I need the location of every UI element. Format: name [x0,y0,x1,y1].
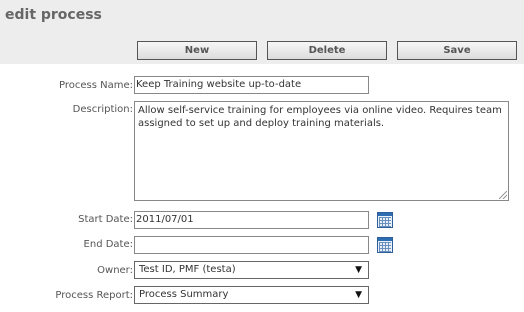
calendar-icon[interactable] [377,237,393,253]
calendar-icon[interactable] [377,212,393,228]
start-date-label: Start Date: [78,214,133,225]
new-button[interactable]: New [137,41,257,60]
owner-label: Owner: [97,265,133,276]
description-textarea[interactable]: Allow self-service training for employee… [134,101,509,201]
process-report-select[interactable]: Process Summary ▼ [134,286,369,304]
process-report-label: Process Report: [55,290,133,301]
end-date-label: End Date: [83,239,133,250]
page-header: edit process New Delete Save [0,0,524,64]
chevron-down-icon: ▼ [355,265,362,275]
resize-handle[interactable] [499,191,507,199]
description-text: Allow self-service training for employee… [138,105,502,129]
delete-button[interactable]: Delete [267,41,387,60]
description-label: Description: [72,104,133,115]
end-date-input[interactable] [134,236,369,254]
process-name-label: Process Name: [59,80,133,91]
owner-selected-value: Test ID, PMF (testa) [139,264,236,275]
owner-select[interactable]: Test ID, PMF (testa) ▼ [134,261,369,279]
process-report-selected-value: Process Summary [139,289,229,300]
page-title: edit process [5,7,102,23]
start-date-input[interactable]: 2011/07/01 [134,211,369,229]
process-name-input[interactable]: Keep Training website up-to-date [134,76,369,94]
chevron-down-icon: ▼ [355,290,362,300]
save-button[interactable]: Save [397,41,517,60]
